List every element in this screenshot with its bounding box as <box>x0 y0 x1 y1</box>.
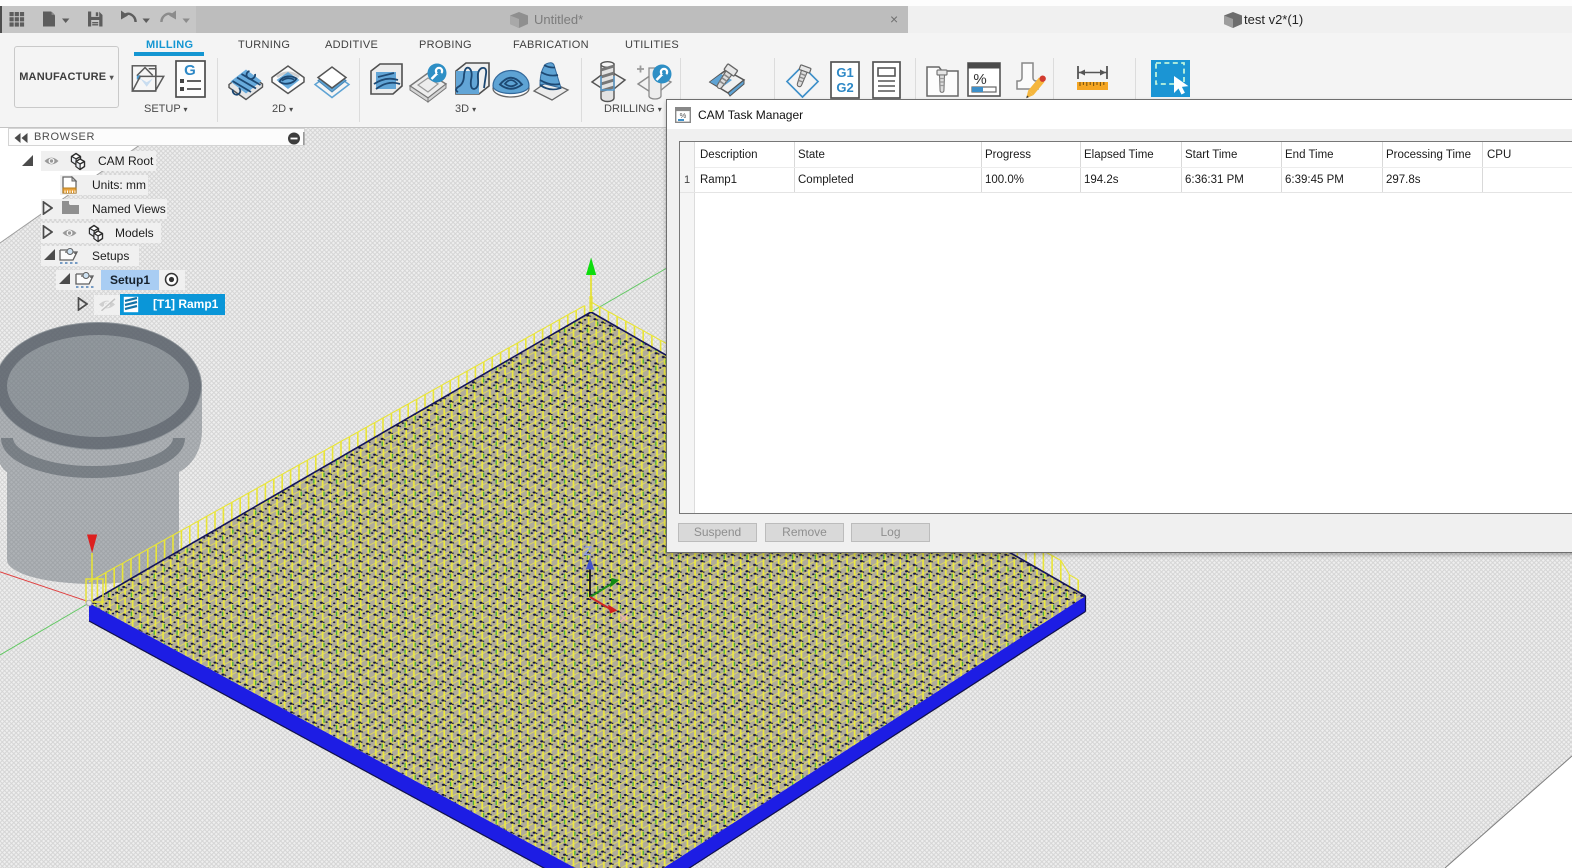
svg-text:G: G <box>184 62 196 79</box>
svg-text:G1: G1 <box>836 65 853 80</box>
svg-text:%: % <box>973 71 986 88</box>
svg-text:G2: G2 <box>836 80 853 95</box>
svg-text:%: % <box>680 111 687 120</box>
